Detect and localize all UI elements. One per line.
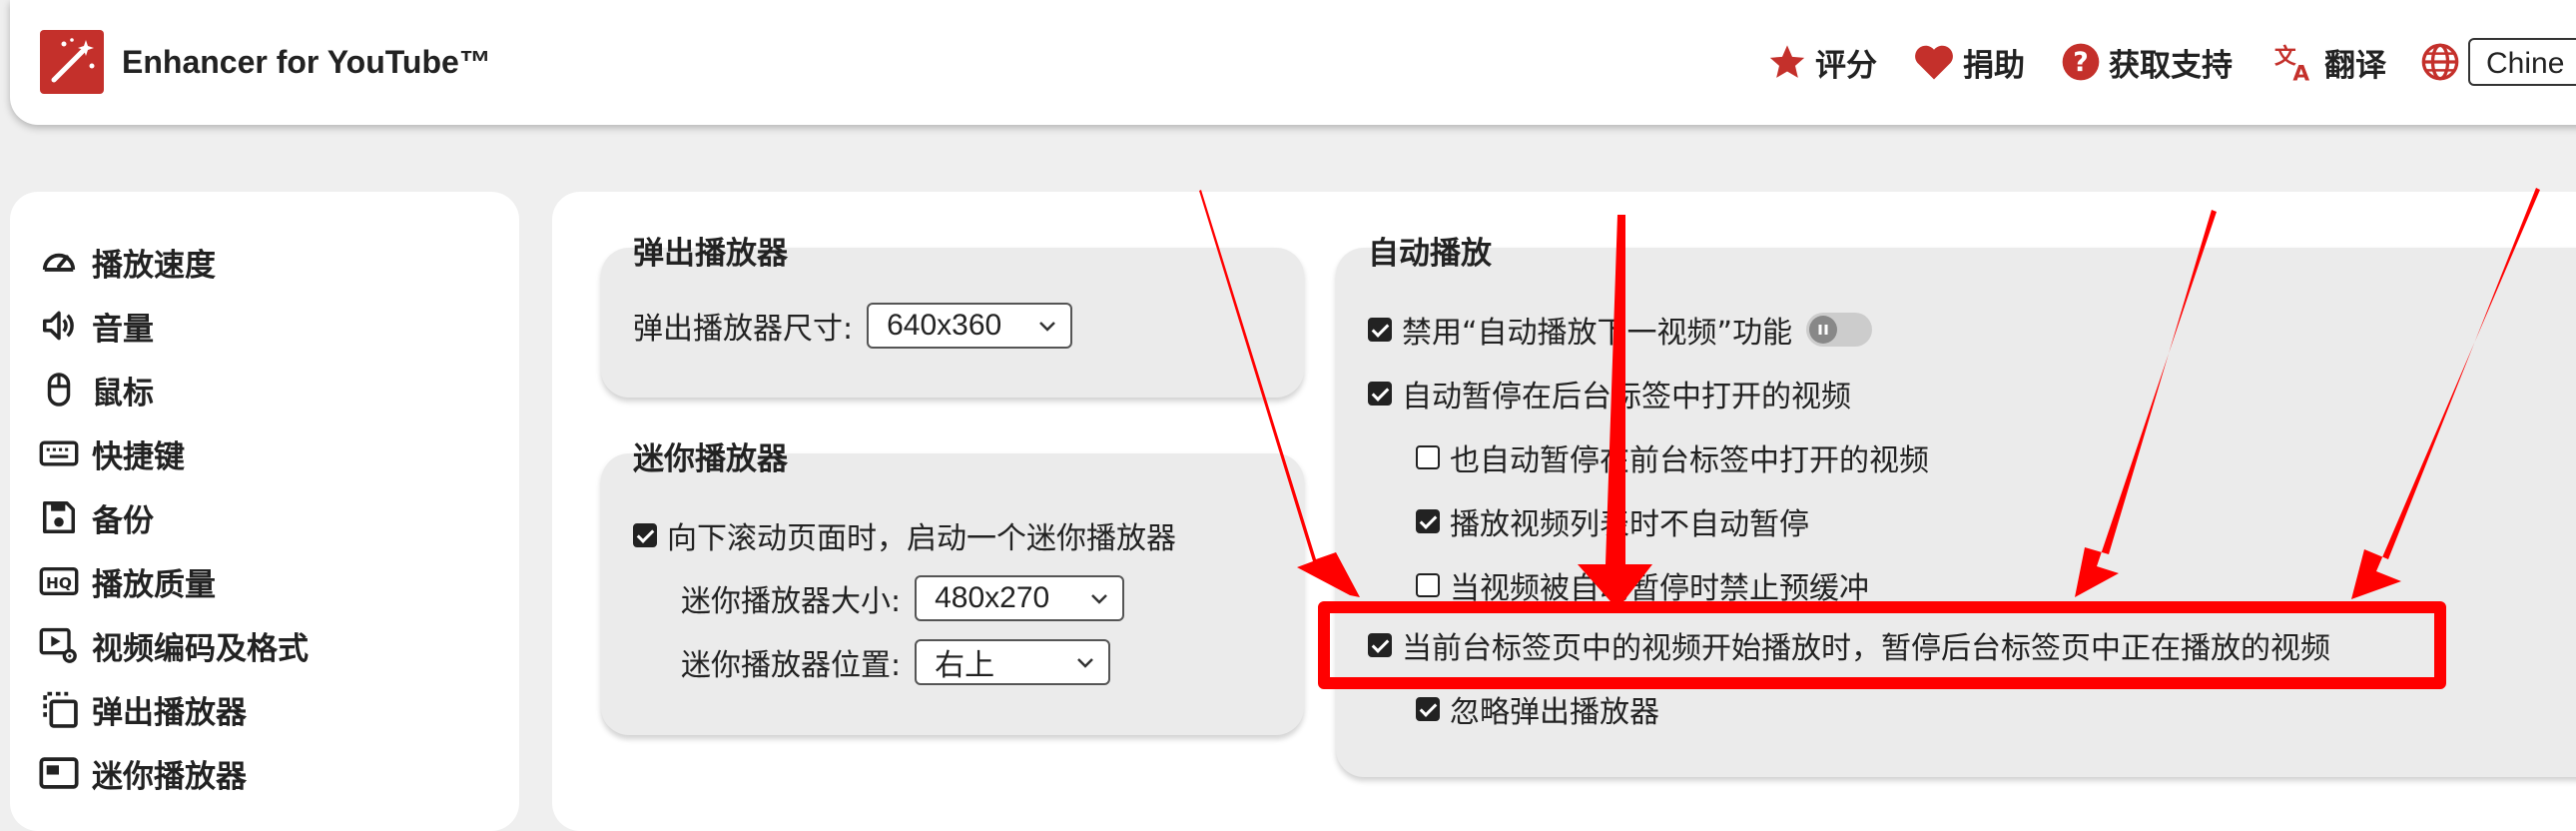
translate-link[interactable]: 文 A 翻译 (2272, 40, 2386, 84)
sidebar-item-volume[interactable]: 音量 (38, 304, 154, 348)
star-icon (1769, 45, 1805, 78)
autoplay-option-label: 播放视频列表时不自动暂停 (1450, 507, 1809, 542)
sidebar-item-label: 视频编码及格式 (92, 630, 309, 667)
sidebar-item-mini-player[interactable]: 迷你播放器 (38, 751, 247, 795)
autoplay-option-row[interactable]: 播放视频列表时不自动暂停 (1416, 499, 1809, 543)
autoplay-option-row[interactable]: 忽略弹出播放器 (1416, 687, 1659, 731)
autoplay-option-label: 禁用“自动播放下一视频”功能 (1402, 316, 1793, 351)
sidebar-item-label: 弹出播放器 (92, 694, 247, 731)
mouse-icon (38, 369, 80, 411)
app-logo (40, 30, 104, 94)
autoplay-title: 自动播放 (1368, 236, 1492, 272)
svg-text:HQ: HQ (46, 574, 72, 592)
mini-player-title: 迷你播放器 (633, 441, 788, 477)
sidebar-item-speed[interactable]: 播放速度 (38, 240, 216, 284)
mini-size-row: 迷你播放器大小: 480x270 (681, 575, 1125, 621)
support-link[interactable]: ? 获取支持 (2061, 40, 2233, 84)
mini-position-select[interactable]: 右上 (915, 639, 1111, 685)
sidebar-item-quality[interactable]: HQ 播放质量 (38, 559, 216, 603)
sidebar-item-label: 音量 (92, 311, 154, 348)
popup-size-value: 640x360 (887, 309, 1002, 342)
volume-icon (38, 305, 80, 347)
popup-size-select[interactable]: 640x360 (867, 303, 1073, 349)
svg-text:A: A (2292, 61, 2309, 82)
chevron-down-icon (1039, 322, 1055, 332)
highlight-box (1318, 601, 2446, 689)
mini-player-enable-checkbox[interactable] (633, 523, 657, 547)
no-pause-playlist-checkbox[interactable] (1416, 509, 1440, 533)
mini-position-row: 迷你播放器位置: 右上 (681, 639, 1111, 685)
speedometer-icon (38, 241, 80, 283)
mini-size-select[interactable]: 480x270 (915, 575, 1125, 621)
donate-link[interactable]: 捐助 (1913, 40, 2025, 84)
autoplay-option-label: 自动暂停在后台标签中打开的视频 (1402, 380, 1851, 415)
sidebar-item-label: 备份 (92, 502, 154, 539)
auto-pause-foreground-checkbox[interactable] (1416, 445, 1440, 469)
popout-icon (38, 688, 80, 730)
keyboard-icon (38, 432, 80, 474)
autoplay-toggle[interactable] (1806, 313, 1873, 347)
magic-wand-icon (51, 38, 95, 83)
rate-link[interactable]: 评分 (1767, 40, 1877, 84)
sidebar-item-label: 播放速度 (92, 247, 216, 284)
mini-player-enable-label: 向下滚动页面时，启动一个迷你播放器 (667, 521, 1176, 556)
language-select[interactable]: Chine (2468, 38, 2576, 86)
popup-size-label: 弹出播放器尺寸: (633, 312, 854, 347)
mini-position-label: 迷你播放器位置: (681, 648, 902, 683)
mini-size-label: 迷你播放器大小: (681, 584, 902, 619)
sidebar-item-popout[interactable]: 弹出播放器 (38, 687, 247, 731)
sidebar-item-mouse[interactable]: 鼠标 (38, 368, 154, 412)
autoplay-option-label: 忽略弹出播放器 (1450, 695, 1659, 730)
sidebar-item-label: 快捷键 (92, 438, 185, 475)
disable-prebuffer-checkbox[interactable] (1416, 573, 1440, 597)
chevron-down-icon (1077, 658, 1093, 668)
sidebar-item-label: 播放质量 (92, 566, 216, 603)
support-label: 获取支持 (2109, 47, 2233, 84)
sidebar-item-shortcuts[interactable]: 快捷键 (38, 431, 185, 475)
sidebar-item-label: 鼠标 (92, 375, 154, 412)
donate-label: 捐助 (1963, 47, 2025, 84)
auto-pause-background-checkbox[interactable] (1368, 382, 1392, 406)
popup-player-title: 弹出播放器 (633, 236, 788, 272)
rate-label: 评分 (1815, 47, 1877, 84)
translate-icon: 文 A (2274, 44, 2309, 82)
sidebar-item-backup[interactable]: 备份 (38, 495, 154, 539)
disable-autoplay-next-checkbox[interactable] (1368, 318, 1392, 342)
svg-text:?: ? (2073, 47, 2088, 78)
heart-icon (1915, 45, 1953, 80)
autoplay-option-row[interactable]: 也自动暂停在前台标签中打开的视频 (1416, 435, 1929, 479)
sidebar-item-label: 迷你播放器 (92, 758, 247, 795)
ignore-popup-player-checkbox[interactable] (1416, 697, 1440, 721)
mini-player-enable-row[interactable]: 向下滚动页面时，启动一个迷你播放器 (633, 513, 1176, 557)
autoplay-option-row[interactable]: 禁用“自动播放下一视频”功能 (1368, 308, 1873, 352)
mini-size-value: 480x270 (935, 581, 1050, 614)
help-circle-icon: ? (2062, 43, 2100, 81)
mini-position-value: 右上 (935, 649, 995, 682)
autoplay-option-row[interactable]: 自动暂停在后台标签中打开的视频 (1368, 372, 1851, 416)
translate-label: 翻译 (2324, 47, 2386, 84)
app-title: Enhancer for YouTube™ (122, 44, 491, 80)
autoplay-option-label: 也自动暂停在前台标签中打开的视频 (1450, 443, 1929, 478)
globe-icon (2421, 43, 2459, 81)
floppy-disk-icon (38, 496, 80, 538)
mini-player-icon (38, 752, 80, 794)
pause-icon (1809, 316, 1838, 344)
hq-icon: HQ (38, 560, 80, 602)
chevron-down-icon (1091, 594, 1107, 604)
sidebar-item-codec[interactable]: 视频编码及格式 (38, 623, 309, 667)
popup-size-row: 弹出播放器尺寸: 640x360 (633, 303, 1073, 349)
video-settings-icon (38, 624, 80, 666)
